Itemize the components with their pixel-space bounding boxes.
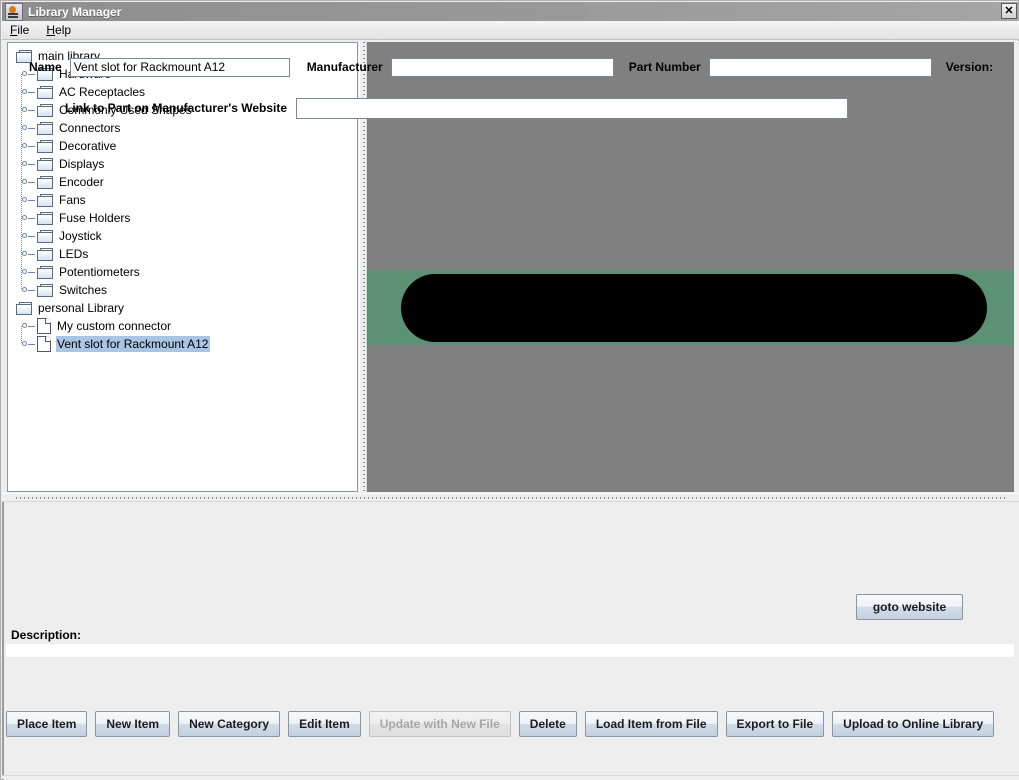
link-row: Link to Part on Manufacturer's Website <box>1 96 1018 120</box>
library-tree: main libraryHardwareAC ReceptaclesCommon… <box>8 43 357 353</box>
description-label: Description: <box>11 628 82 642</box>
tree-node-label: Potentiometers <box>59 265 140 279</box>
load-item-from-file-button[interactable]: Load Item from File <box>584 711 718 737</box>
link-input[interactable] <box>296 97 848 119</box>
edit-item-button[interactable]: Edit Item <box>288 711 361 737</box>
upload-to-online-library-button[interactable]: Upload to Online Library <box>832 711 995 737</box>
tree-node[interactable]: Fuse Holders <box>8 209 357 227</box>
tree-node-label: Encoder <box>59 175 104 189</box>
tree-node-label: Joystick <box>59 229 102 243</box>
folder-icon <box>37 157 53 171</box>
tree-node[interactable]: Potentiometers <box>8 263 357 281</box>
status-strip <box>2 775 1019 779</box>
folder-icon <box>37 283 53 297</box>
folder-icon <box>37 139 53 153</box>
new-item-button[interactable]: New Item <box>95 711 171 737</box>
tree-node-label: My custom connector <box>57 319 172 333</box>
close-icon[interactable]: ✕ <box>1001 3 1017 19</box>
folder-icon <box>16 301 32 315</box>
tree-node-label: Fans <box>59 193 86 207</box>
tree-node-label: Connectors <box>59 121 121 135</box>
manufacturer-input[interactable] <box>390 57 614 77</box>
menu-bar: File Help <box>2 21 1019 40</box>
title-bar: Library Manager ✕ <box>2 2 1019 21</box>
tree-node-label: Displays <box>59 157 105 171</box>
tree-node[interactable]: Switches <box>8 281 357 299</box>
manufacturer-label: Manufacturer <box>306 60 383 74</box>
tree-node[interactable]: My custom connector <box>8 317 357 335</box>
part-number-input[interactable] <box>708 57 932 77</box>
item-detail-panel <box>2 502 1019 780</box>
tree-node[interactable]: Decorative <box>8 137 357 155</box>
update-with-new-file-button: Update with New File <box>368 711 511 737</box>
preview-vent-slot-shape <box>401 274 987 342</box>
tree-node-label: Decorative <box>59 139 117 153</box>
link-label: Link to Part on Manufacturer's Website <box>65 101 287 115</box>
file-icon <box>37 318 51 334</box>
tree-node-label: Vent slot for Rackmount A12 <box>56 336 211 352</box>
library-manager-window: Library Manager ✕ File Help main library… <box>0 0 1019 780</box>
goto-website-button[interactable]: goto website <box>856 594 963 620</box>
name-input[interactable] <box>69 57 290 77</box>
folder-icon <box>37 229 53 243</box>
file-icon <box>37 336 51 352</box>
menu-item-help[interactable]: Help <box>38 21 80 39</box>
tree-node[interactable]: personal Library <box>8 299 357 317</box>
version-label: Version: <box>945 60 994 74</box>
tree-node[interactable]: Connectors <box>8 119 357 137</box>
tree-node-label: Switches <box>59 283 108 297</box>
new-category-button[interactable]: New Category <box>178 711 281 737</box>
folder-icon <box>37 247 53 261</box>
basic-info-row: Name Manufacturer Part Number Version: <box>1 56 1018 78</box>
tree-node[interactable]: Vent slot for Rackmount A12 <box>8 335 357 353</box>
tree-node-label: LEDs <box>59 247 89 261</box>
window-title: Library Manager <box>28 4 122 19</box>
tree-node[interactable]: LEDs <box>8 245 357 263</box>
folder-icon <box>37 175 53 189</box>
delete-button[interactable]: Delete <box>518 711 577 737</box>
tree-node[interactable]: Displays <box>8 155 357 173</box>
action-button-bar: Place Item New Item New Category Edit Item U… <box>6 711 1014 737</box>
name-label: Name <box>29 60 62 74</box>
tree-node[interactable]: Encoder <box>8 173 357 191</box>
tree-node[interactable]: Fans <box>8 191 357 209</box>
tree-node-label: Fuse Holders <box>59 211 131 225</box>
menu-item-file[interactable]: File <box>2 21 38 39</box>
description-input[interactable] <box>6 644 1014 657</box>
folder-icon <box>37 121 53 135</box>
folder-icon <box>37 211 53 225</box>
folder-icon <box>37 265 53 279</box>
place-item-button[interactable]: Place Item <box>6 711 88 737</box>
part-number-label: Part Number <box>628 60 701 74</box>
tree-connector-line <box>21 326 22 344</box>
tree-node-label: personal Library <box>38 301 125 315</box>
java-coffee-cup-icon <box>5 2 23 21</box>
folder-icon <box>37 193 53 207</box>
tree-node[interactable]: Joystick <box>8 227 357 245</box>
export-to-file-button[interactable]: Export to File <box>725 711 825 737</box>
horizontal-split-divider[interactable] <box>2 493 1019 502</box>
